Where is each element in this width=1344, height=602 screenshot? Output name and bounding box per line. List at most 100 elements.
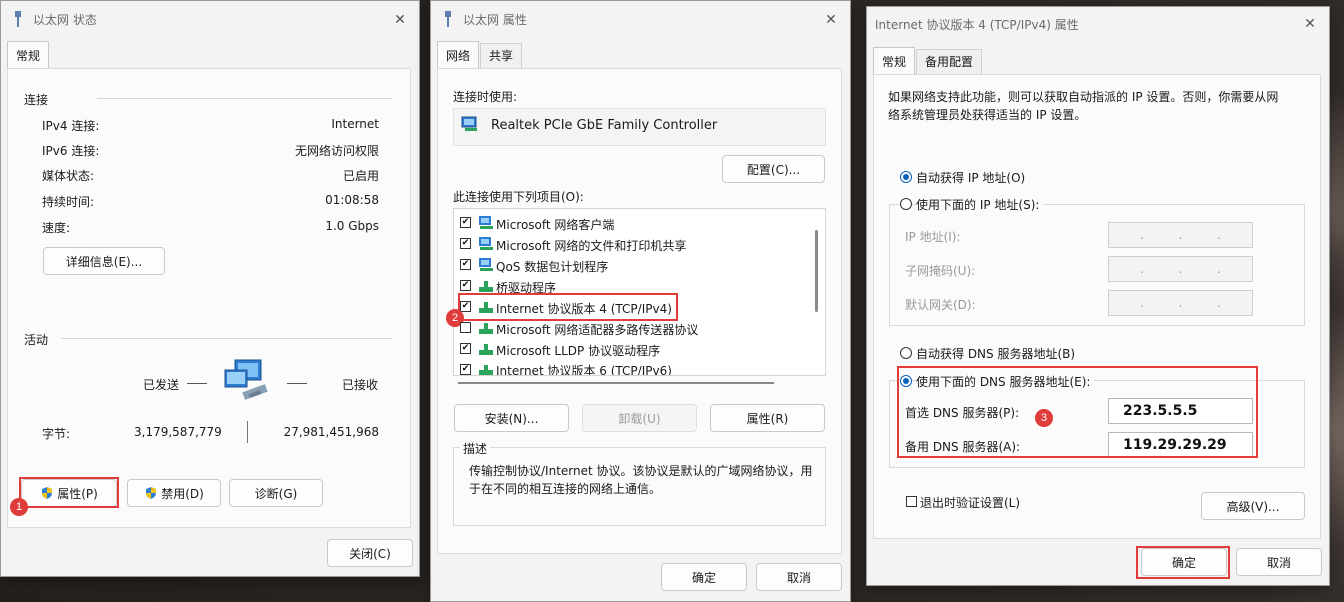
configure-button[interactable]: 配置(C)... (722, 155, 825, 183)
section-connection-label: 连接 (24, 93, 49, 107)
section-divider (61, 338, 392, 339)
protocol-icon (479, 323, 493, 334)
item-label-clip: Internet 协议版本 6 (TCP/IPv6) (496, 362, 796, 375)
speed-value: 1.0 Gbps (325, 219, 379, 233)
properties-titlebar: 以太网 属性 (431, 1, 850, 37)
description-label: 描述 (460, 440, 491, 457)
close-button[interactable]: 关闭(C) (327, 539, 413, 567)
ip-dot: . (1140, 296, 1145, 310)
install-button[interactable]: 安装(N)... (454, 404, 569, 432)
item-label[interactable]: Microsoft 网络适配器多路传送器协议 (496, 321, 698, 338)
tab-network[interactable]: 网络 (437, 41, 480, 68)
step-badge-3: 3 (1035, 409, 1053, 427)
subnet-field[interactable]: ... (1108, 256, 1253, 282)
ip-dot: . (1216, 296, 1221, 310)
auto-dns-radio[interactable] (900, 347, 912, 359)
item-checkbox[interactable] (460, 343, 471, 354)
media-state-label: 媒体状态: (42, 169, 95, 183)
intro-text: 如果网络支持此功能，则可以获取自动指派的 IP 设置。否则，你需要从网络系统管理… (888, 90, 1279, 122)
ip-dot: . (1140, 262, 1145, 276)
tab-general[interactable]: 常规 (873, 47, 916, 74)
shield-icon (146, 487, 157, 499)
network-cable-icon (445, 11, 451, 27)
network-adapter-icon (461, 116, 477, 131)
ipv4-titlebar: Internet 协议版本 4 (TCP/IPv4) 属性 (867, 7, 1329, 41)
bytes-sent-value: 3,179,587,779 (134, 425, 222, 439)
diagnose-button[interactable]: 诊断(G) (229, 479, 323, 507)
item-properties-button[interactable]: 属性(R) (710, 404, 825, 432)
ipv4-window-title: Internet 协议版本 4 (TCP/IPv4) 属性 (875, 17, 1079, 32)
item-checkbox[interactable] (460, 238, 471, 249)
section-activity-label: 活动 (24, 333, 49, 347)
speed-label: 速度: (42, 221, 71, 235)
items-vertical-scrollbar[interactable] (815, 230, 818, 312)
item-checkbox[interactable] (460, 322, 471, 333)
protocol-icon (479, 365, 493, 375)
item-label[interactable]: Microsoft 网络客户端 (496, 216, 614, 233)
item-label[interactable]: QoS 数据包计划程序 (496, 258, 608, 275)
validate-label[interactable]: 退出时验证设置(L) (920, 494, 1020, 511)
ipv4-tabs: 常规 备用配置 (873, 47, 983, 74)
item-checkbox[interactable] (460, 259, 471, 270)
properties-tabs: 网络 共享 (437, 41, 523, 68)
ipv4-connection-label: IPv4 连接: (42, 119, 100, 133)
manual-ip-radio[interactable] (900, 198, 912, 210)
ip-dot: . (1178, 228, 1183, 242)
network-cable-icon (15, 11, 21, 27)
ip-address-field[interactable]: ... (1108, 222, 1253, 248)
tab-alternate-config[interactable]: 备用配置 (916, 49, 983, 74)
network-client-icon (479, 216, 493, 229)
ethernet-status-window: 以太网 状态 ✕ 常规 连接 IPv4 连接: Internet IPv6 连接… (0, 0, 420, 577)
gateway-field[interactable]: ... (1108, 290, 1253, 316)
highlight-properties-button (19, 477, 119, 508)
ip-dot: . (1178, 296, 1183, 310)
ok-button[interactable]: 确定 (661, 563, 747, 591)
bytes-received-value: 27,981,451,968 (283, 425, 379, 439)
auto-ip-label[interactable]: 自动获得 IP 地址(O) (916, 169, 1025, 186)
manual-ip-label[interactable]: 使用下面的 IP 地址(S): (916, 196, 1044, 213)
item-checkbox[interactable] (460, 280, 471, 291)
protocol-icon (479, 281, 493, 292)
disable-button[interactable]: 禁用(D) (127, 479, 221, 507)
status-titlebar: 以太网 状态 (1, 1, 419, 37)
media-state-value: 已启用 (342, 169, 379, 183)
highlight-ipv4-item (458, 293, 678, 321)
received-label: 已接收 (342, 378, 379, 392)
ipv4-cancel-button[interactable]: 取消 (1236, 548, 1322, 576)
cancel-button[interactable]: 取消 (756, 563, 842, 591)
ip-dot: . (1178, 262, 1183, 276)
adapter-name: Realtek PCIe GbE Family Controller (491, 118, 718, 133)
bytes-divider (247, 421, 248, 443)
status-tabs: 常规 (7, 41, 50, 68)
details-button[interactable]: 详细信息(E)... (43, 247, 165, 275)
highlight-dns-section (897, 366, 1258, 458)
received-line (287, 383, 307, 384)
tab-general[interactable]: 常规 (7, 41, 50, 68)
auto-dns-label[interactable]: 自动获得 DNS 服务器地址(B) (916, 345, 1075, 362)
status-window-title: 以太网 状态 (33, 12, 97, 27)
close-icon[interactable]: ✕ (820, 9, 842, 31)
auto-ip-radio[interactable] (900, 171, 912, 183)
close-icon[interactable]: ✕ (1299, 13, 1321, 35)
section-divider (97, 98, 392, 99)
item-checkbox[interactable] (460, 364, 471, 375)
item-label[interactable]: Internet 协议版本 6 (TCP/IPv6) (496, 362, 672, 375)
advanced-button[interactable]: 高级(V)... (1201, 492, 1305, 520)
protocol-icon (479, 344, 493, 355)
ipv6-connection-value: 无网络访问权限 (294, 144, 379, 158)
highlight-ok-button (1136, 546, 1230, 579)
uninstall-button[interactable]: 卸载(U) (582, 404, 697, 432)
ip-address-label: IP 地址(I): (905, 230, 961, 244)
network-client-icon (479, 237, 493, 250)
item-label[interactable]: Microsoft 网络的文件和打印机共享 (496, 237, 686, 254)
tab-sharing[interactable]: 共享 (480, 43, 523, 68)
close-icon[interactable]: ✕ (389, 9, 411, 31)
network-client-icon (479, 258, 493, 271)
items-horizontal-scrollbar[interactable] (458, 382, 774, 384)
item-label[interactable]: Microsoft LLDP 协议驱动程序 (496, 342, 660, 359)
ipv6-connection-label: IPv6 连接: (42, 144, 100, 158)
validate-checkbox[interactable] (906, 496, 917, 507)
step-badge-1: 1 (10, 498, 28, 516)
item-checkbox[interactable] (460, 217, 471, 228)
ip-dot: . (1140, 228, 1145, 242)
